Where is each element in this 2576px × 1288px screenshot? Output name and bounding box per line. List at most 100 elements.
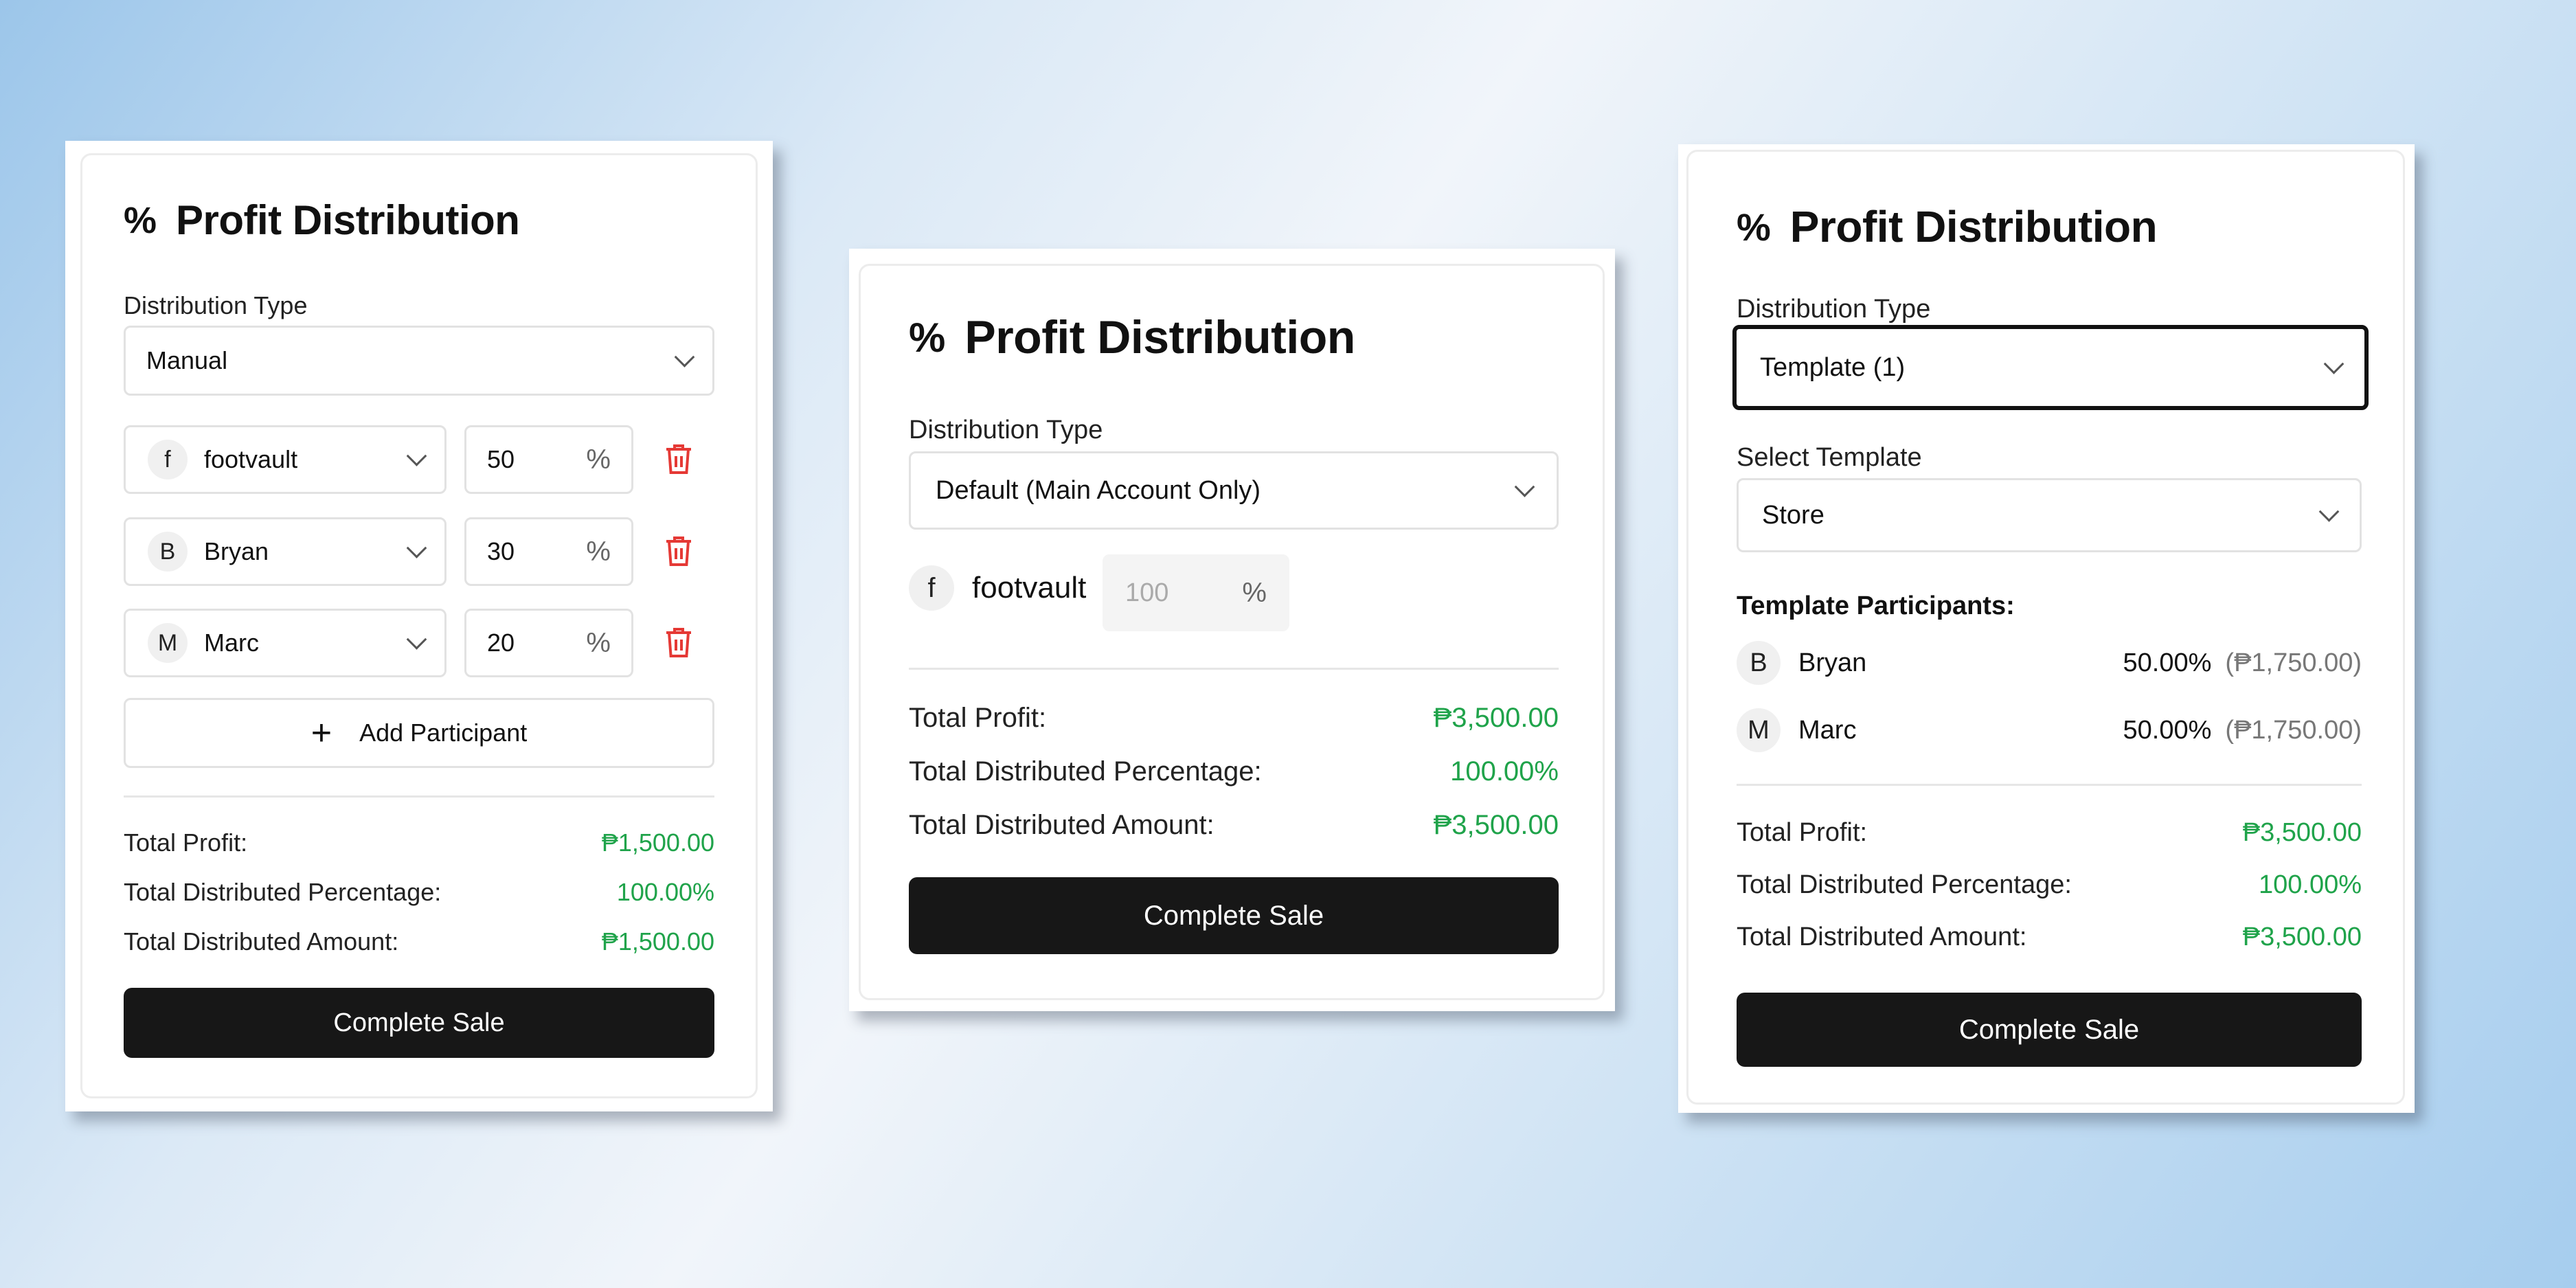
- participant-name: Bryan: [1798, 648, 1867, 677]
- percent-unit: %: [1242, 577, 1267, 608]
- distribution-type-select[interactable]: Manual: [124, 326, 714, 396]
- total-profit-value: ₱1,500.00: [601, 828, 714, 857]
- avatar: M: [148, 623, 188, 663]
- distribution-type-select[interactable]: Default (Main Account Only): [909, 451, 1559, 530]
- total-profit-label: Total Profit:: [124, 828, 248, 857]
- total-distributed-amount-row: Total Distributed Amount: ₱1,500.00: [124, 927, 714, 956]
- participant-percent: 50.00%: [2123, 648, 2212, 677]
- percent-input[interactable]: 20 %: [464, 609, 633, 677]
- avatar: B: [148, 532, 188, 572]
- total-distributed-percentage-value: 100.00%: [2258, 870, 2362, 899]
- total-distributed-percentage-label: Total Distributed Percentage:: [909, 756, 1262, 787]
- percent-input[interactable]: 50 %: [464, 425, 633, 494]
- participant-select[interactable]: f footvault: [124, 425, 447, 494]
- total-profit-value: ₱3,500.00: [2242, 818, 2362, 847]
- chevron-down-icon: [2318, 501, 2340, 522]
- chevron-down-icon: [406, 445, 427, 466]
- add-participant-button[interactable]: + Add Participant: [124, 698, 714, 768]
- avatar: f: [148, 440, 188, 479]
- total-profit-label: Total Profit:: [909, 703, 1047, 733]
- distribution-type-label: Distribution Type: [1737, 295, 1931, 324]
- total-profit-row: Total Profit: ₱1,500.00: [124, 828, 714, 857]
- total-distributed-percentage-label: Total Distributed Percentage:: [1737, 870, 2072, 899]
- card-header: % Profit Distribution: [1737, 201, 2158, 252]
- participant-row: f footvault: [909, 565, 1086, 611]
- percent-value: 20: [487, 629, 515, 657]
- percent-unit: %: [586, 536, 611, 567]
- profit-distribution-card: % Profit Distribution Distribution Type …: [859, 264, 1605, 1000]
- total-distributed-percentage-row: Total Distributed Percentage: 100.00%: [124, 878, 714, 907]
- trash-icon[interactable]: [665, 536, 692, 567]
- participant-amount: (₱1,750.00): [2225, 648, 2362, 677]
- participant-name: Bryan: [204, 537, 269, 565]
- card-title: Profit Distribution: [176, 197, 520, 243]
- distribution-type-value: Default (Main Account Only): [936, 475, 1261, 505]
- template-participants-heading: Template Participants:: [1737, 591, 2015, 620]
- profit-distribution-card: % Profit Distribution Distribution Type …: [80, 153, 758, 1098]
- total-profit-value: ₱3,500.00: [1433, 703, 1559, 733]
- percent-placeholder: 100: [1125, 578, 1169, 607]
- percent-input[interactable]: 100 %: [1103, 554, 1289, 631]
- select-template-label: Select Template: [1737, 443, 1922, 472]
- total-distributed-percentage-value: 100.00%: [616, 878, 714, 906]
- percent-icon: %: [909, 314, 946, 361]
- template-participant-row: M Marc 50.00% (₱1,750.00): [1737, 708, 2362, 752]
- total-distributed-percentage-row: Total Distributed Percentage: 100.00%: [909, 756, 1559, 787]
- participant-name: Marc: [1798, 715, 1857, 745]
- participant-select[interactable]: B Bryan: [124, 517, 447, 586]
- percent-value: 30: [487, 537, 515, 565]
- panel-manual: % Profit Distribution Distribution Type …: [65, 141, 773, 1111]
- participant-name: footvault: [972, 571, 1087, 605]
- percent-value: 50: [487, 445, 515, 473]
- card-title: Profit Distribution: [964, 311, 1355, 363]
- total-distributed-amount-label: Total Distributed Amount:: [909, 810, 1214, 840]
- panel-template: % Profit Distribution Distribution Type …: [1678, 144, 2415, 1113]
- add-participant-label: Add Participant: [359, 719, 528, 747]
- complete-sale-button[interactable]: Complete Sale: [124, 988, 714, 1058]
- participant-name: footvault: [204, 445, 298, 473]
- card-header: % Profit Distribution: [909, 310, 1355, 364]
- total-distributed-percentage-row: Total Distributed Percentage: 100.00%: [1737, 870, 2362, 900]
- avatar: B: [1737, 641, 1781, 685]
- total-distributed-percentage-value: 100.00%: [1450, 756, 1559, 787]
- trash-icon[interactable]: [665, 444, 692, 475]
- total-distributed-amount-value: ₱1,500.00: [601, 927, 714, 956]
- total-profit-label: Total Profit:: [1737, 818, 1868, 847]
- total-distributed-percentage-label: Total Distributed Percentage:: [124, 878, 442, 906]
- distribution-type-label: Distribution Type: [124, 291, 308, 319]
- chevron-down-icon: [406, 537, 427, 558]
- plus-icon: +: [310, 713, 332, 753]
- avatar: f: [909, 565, 954, 611]
- total-profit-row: Total Profit: ₱3,500.00: [909, 703, 1559, 734]
- total-distributed-amount-value: ₱3,500.00: [2242, 923, 2362, 951]
- participant-amount: (₱1,750.00): [2225, 715, 2362, 745]
- percent-icon: %: [1737, 205, 1771, 249]
- select-template-dropdown[interactable]: Store: [1737, 478, 2362, 552]
- card-header: % Profit Distribution: [124, 196, 520, 244]
- trash-icon[interactable]: [665, 627, 692, 659]
- chevron-down-icon: [674, 346, 695, 368]
- total-distributed-amount-label: Total Distributed Amount:: [124, 927, 399, 956]
- complete-sale-button[interactable]: Complete Sale: [1737, 993, 2362, 1067]
- participant-name: Marc: [204, 629, 259, 657]
- complete-sale-button[interactable]: Complete Sale: [909, 877, 1559, 954]
- distribution-type-label: Distribution Type: [909, 416, 1103, 444]
- card-title: Profit Distribution: [1789, 202, 2158, 251]
- chevron-down-icon: [2323, 353, 2345, 374]
- percent-unit: %: [586, 444, 611, 475]
- divider: [909, 668, 1559, 670]
- profit-distribution-card: % Profit Distribution Distribution Type …: [1686, 150, 2405, 1105]
- distribution-type-select[interactable]: Template (1): [1732, 325, 2369, 410]
- participant-select[interactable]: M Marc: [124, 609, 447, 677]
- percent-input[interactable]: 30 %: [464, 517, 633, 586]
- total-distributed-amount-row: Total Distributed Amount: ₱3,500.00: [1737, 923, 2362, 952]
- percent-icon: %: [124, 199, 157, 241]
- total-profit-row: Total Profit: ₱3,500.00: [1737, 818, 2362, 848]
- select-template-value: Store: [1762, 500, 1824, 530]
- chevron-down-icon: [1514, 476, 1535, 497]
- percent-unit: %: [586, 627, 611, 658]
- distribution-type-value: Template (1): [1760, 352, 1906, 382]
- participant-percent: 50.00%: [2123, 715, 2212, 745]
- total-distributed-amount-value: ₱3,500.00: [1433, 810, 1559, 840]
- total-distributed-amount-row: Total Distributed Amount: ₱3,500.00: [909, 810, 1559, 841]
